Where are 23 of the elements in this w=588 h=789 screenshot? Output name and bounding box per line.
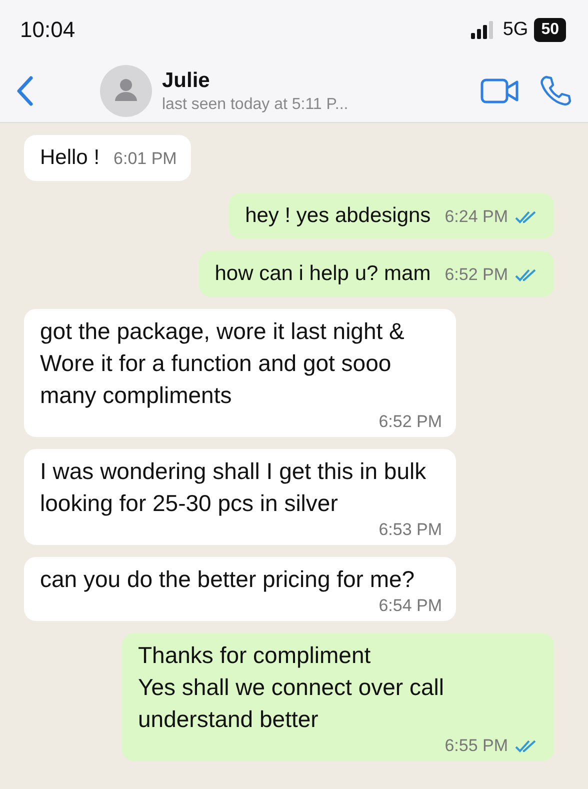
message-time: 6:53 PM [378, 520, 442, 540]
message-time: 6:01 PM [114, 149, 177, 169]
back-icon[interactable] [14, 74, 36, 108]
network-label: 5G [502, 19, 528, 41]
message-time: 6:55 PM [444, 736, 508, 756]
message-text: hey ! yes abdesigns [245, 203, 431, 229]
status-time: 10:04 [20, 17, 76, 43]
message-time: 6:54 PM [378, 596, 442, 616]
battery-level: 50 [534, 18, 566, 42]
avatar-icon [100, 65, 152, 117]
message-text: Wore it for a function and got sooo many compliments [40, 349, 392, 410]
message-text: got the package, wore it last night & [40, 317, 406, 346]
message-time: 6:24 PM [444, 207, 508, 227]
message-text: I was wondering shall I get this in bulk looking for 25-30 pcs in silver [40, 457, 428, 518]
last-seen-status: last seen today at 5:11 P... [162, 96, 350, 114]
message-text: Thanks for compliment [138, 641, 372, 670]
contact-name[interactable]: Julie [162, 68, 462, 92]
message-text: can you do the better pricing for me? [40, 565, 416, 594]
message-text: how can i help u? mam [214, 261, 431, 287]
message-text: Hello ! [40, 145, 100, 171]
message-text: Yes shall we connect over call understand better [138, 673, 445, 734]
message-time: 6:52 PM [378, 412, 442, 432]
message-time: 6:52 PM [444, 265, 508, 285]
